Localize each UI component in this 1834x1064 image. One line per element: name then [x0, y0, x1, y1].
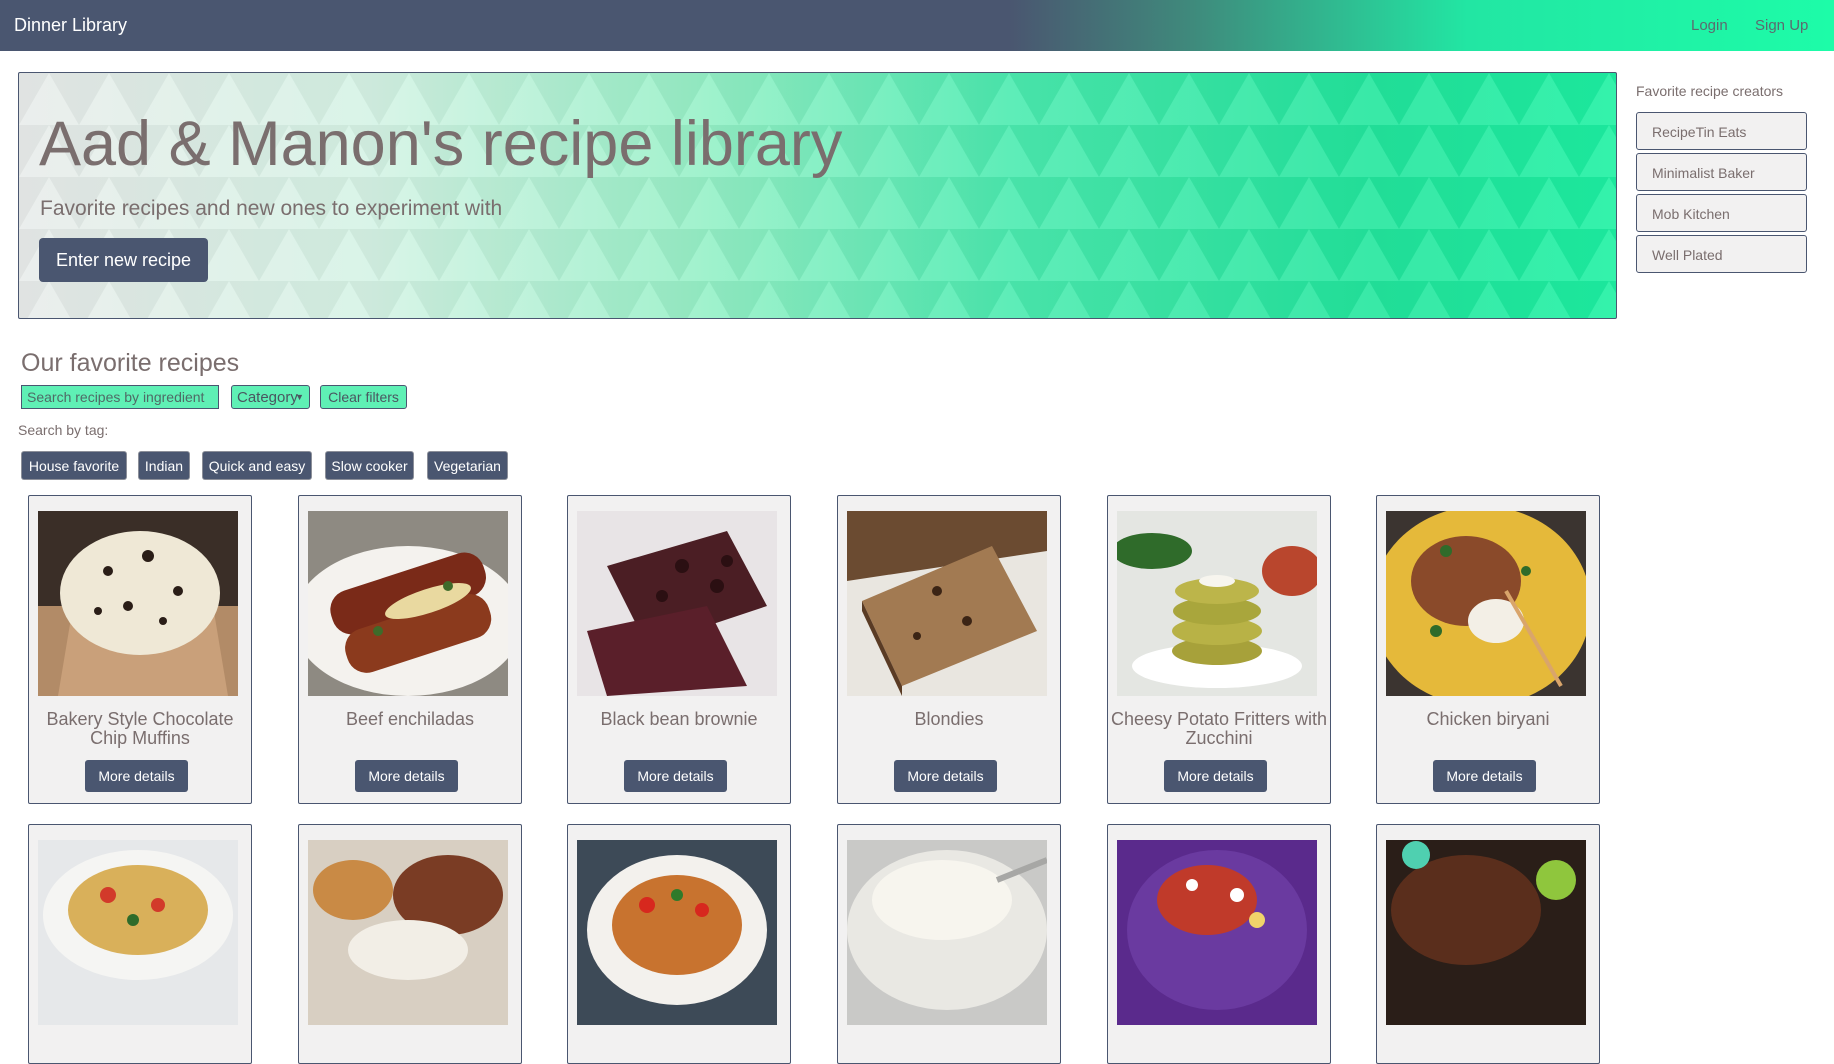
creators-title: Favorite recipe creators [1636, 83, 1784, 99]
ingredient-search-input[interactable] [21, 385, 219, 409]
recipe-image[interactable] [38, 511, 238, 696]
tag-indian[interactable]: Indian [139, 452, 189, 479]
creator-link[interactable]: Minimalist Baker [1636, 153, 1807, 191]
more-details-button[interactable]: More details [1164, 760, 1267, 792]
recipe-card [1107, 824, 1331, 1064]
creator-link[interactable]: RecipeTin Eats [1636, 112, 1807, 150]
hero-title: Aad & Manon's recipe library [39, 109, 843, 179]
recipe-image[interactable] [38, 840, 238, 1025]
tag-house-favorite[interactable]: House favorite [22, 452, 126, 479]
hero-jumbotron: Aad & Manon's recipe library Favorite re… [18, 72, 1617, 319]
recipe-image[interactable] [577, 840, 777, 1025]
navbar: Dinner Library Login Sign Up [0, 0, 1834, 51]
recipe-title: Bakery Style Chocolate Chip Muffins [46, 709, 234, 748]
category-select[interactable]: Category ▼ [231, 385, 310, 409]
recipe-title: Chicken biryani [1426, 709, 1550, 729]
more-details-button[interactable]: More details [1433, 760, 1536, 792]
recipe-card: Cheesy Potato Fritters with Zucchini Mor… [1107, 495, 1331, 804]
caret-down-icon: ▼ [295, 392, 304, 402]
brand-link[interactable]: Dinner Library [14, 15, 127, 36]
clear-filters-button[interactable]: Clear filters [320, 385, 407, 409]
category-label: Category [237, 389, 298, 406]
recipe-card: Black bean brownie More details [567, 495, 791, 804]
recipe-image[interactable] [577, 511, 777, 696]
recipe-image[interactable] [847, 511, 1047, 696]
tag-quick-and-easy[interactable]: Quick and easy [203, 452, 311, 479]
recipe-card [567, 824, 791, 1064]
recipe-image[interactable] [1386, 511, 1586, 696]
recipe-card [28, 824, 252, 1064]
creator-link[interactable]: Mob Kitchen [1636, 194, 1807, 232]
more-details-button[interactable]: More details [894, 760, 997, 792]
recipe-card: Bakery Style Chocolate Chip Muffins More… [28, 495, 252, 804]
more-details-button[interactable]: More details [85, 760, 188, 792]
recipe-card: Chicken biryani More details [1376, 495, 1600, 804]
recipe-card [298, 824, 522, 1064]
signup-link[interactable]: Sign Up [1755, 17, 1808, 34]
recipe-title: Beef enchiladas [345, 709, 475, 729]
recipe-title: Blondies [914, 709, 984, 729]
tag-vegetarian[interactable]: Vegetarian [428, 452, 507, 479]
tag-slow-cooker[interactable]: Slow cooker [326, 452, 413, 479]
recipe-image[interactable] [308, 511, 508, 696]
more-details-button[interactable]: More details [624, 760, 727, 792]
recipe-card [1376, 824, 1600, 1064]
tag-search-label: Search by tag: [18, 422, 109, 438]
creator-link[interactable]: Well Plated [1636, 235, 1807, 273]
recipe-image[interactable] [847, 840, 1047, 1025]
recipe-image[interactable] [1117, 511, 1317, 696]
recipe-title: Cheesy Potato Fritters with Zucchini [1110, 709, 1328, 748]
recipe-image[interactable] [1117, 840, 1317, 1025]
recipe-title: Black bean brownie [600, 709, 758, 729]
enter-new-recipe-button[interactable]: Enter new recipe [39, 238, 208, 282]
recipe-card: Blondies More details [837, 495, 1061, 804]
section-title: Our favorite recipes [21, 349, 240, 377]
recipe-card [837, 824, 1061, 1064]
recipe-card: Beef enchiladas More details [298, 495, 522, 804]
recipe-image[interactable] [308, 840, 508, 1025]
recipe-image[interactable] [1386, 840, 1586, 1025]
login-link[interactable]: Login [1691, 17, 1728, 34]
more-details-button[interactable]: More details [355, 760, 458, 792]
hero-subtitle: Favorite recipes and new ones to experim… [40, 197, 503, 220]
